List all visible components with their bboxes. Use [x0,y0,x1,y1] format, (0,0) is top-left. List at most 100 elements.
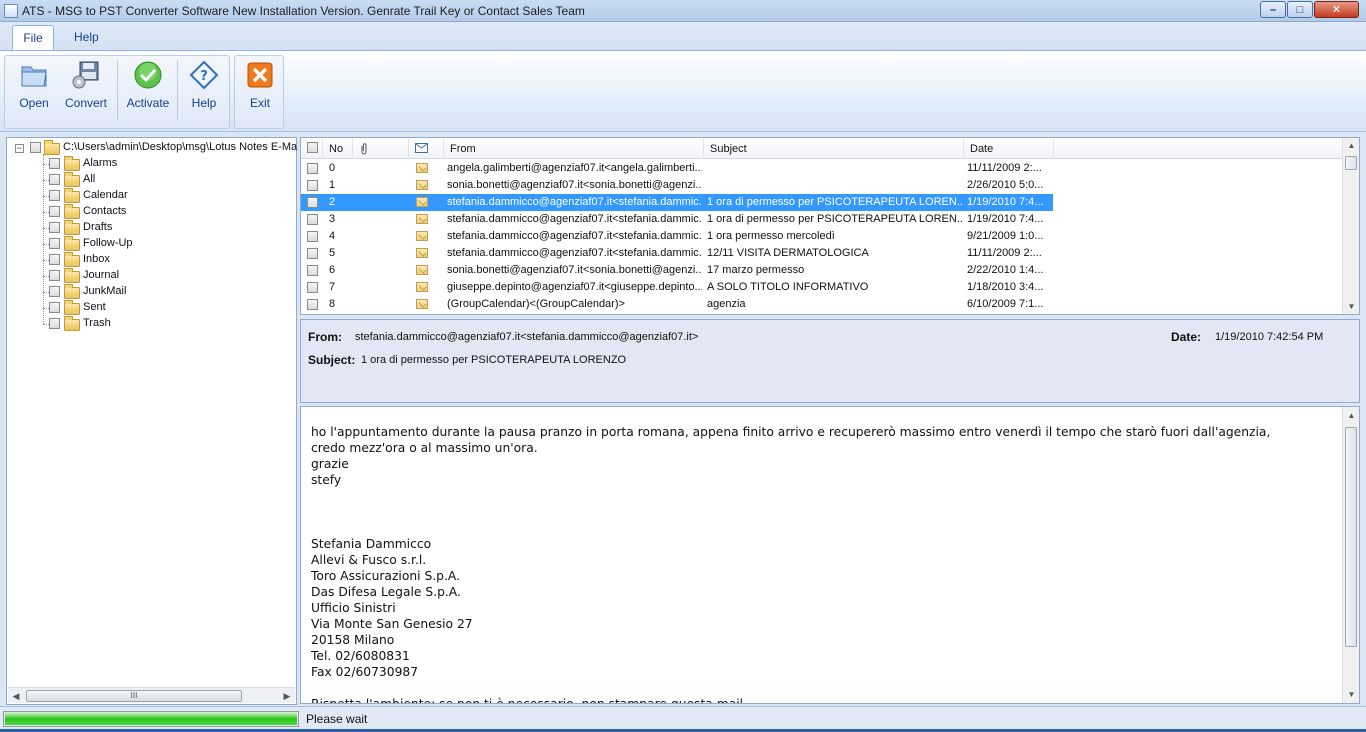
message-row[interactable]: 4 stefania.dammicco@agenziaf07.it<stefani… [301,228,1343,245]
scroll-thumb[interactable] [1345,156,1357,170]
folder-checkbox[interactable] [49,158,60,169]
column-date[interactable]: Date [964,138,1054,159]
tree-folder-item[interactable]: Sent [7,300,296,316]
subject-label: Subject: [308,353,356,367]
tree-folder-item[interactable]: Calendar [7,188,296,204]
row-checkbox[interactable] [307,231,318,242]
open-label: Open [19,96,49,110]
folder-checkbox[interactable] [49,174,60,185]
select-all-column[interactable] [301,138,323,159]
envelope-icon [416,180,428,190]
convert-label: Convert [64,96,108,110]
scroll-up-icon[interactable]: ▲ [1343,141,1359,150]
tree-folder-item[interactable]: All [7,172,296,188]
open-button[interactable]: Open [5,58,63,114]
tree-folder-item[interactable]: Trash [7,316,296,332]
close-button[interactable]: ✕ [1314,1,1359,18]
column-attachment[interactable] [353,138,409,159]
column-from[interactable]: From [444,138,704,159]
scroll-thumb[interactable]: III [26,690,242,702]
body-line: grazie [311,457,349,471]
folder-checkbox[interactable] [49,238,60,249]
list-vertical-scrollbar[interactable]: ▲ ▼ [1342,138,1359,314]
tree-folder-item[interactable]: Follow-Up [7,236,296,252]
from-value: stefania.dammicco@agenziaf07.it<stefania… [355,331,699,343]
column-read-status[interactable] [409,138,444,159]
row-checkbox[interactable] [307,282,318,293]
body-line: Via Monte San Genesio 27 [311,617,473,631]
column-no[interactable]: No [323,138,353,159]
message-row[interactable]: 7 giuseppe.depinto@agenziaf07.it<giuseppe… [301,279,1343,296]
tab-file[interactable]: File [12,25,54,51]
folder-checkbox[interactable] [49,286,60,297]
row-checkbox[interactable] [307,180,318,191]
folder-checkbox[interactable] [49,270,60,281]
minimize-button[interactable]: – [1260,1,1286,18]
scroll-thumb[interactable] [1345,427,1357,647]
message-row[interactable]: 5 stefania.dammicco@agenziaf07.it<stefani… [301,245,1343,262]
folder-checkbox[interactable] [49,206,60,217]
tree-folder-item[interactable]: JunkMail [7,284,296,300]
root-checkbox[interactable] [30,142,41,153]
row-checkbox[interactable] [307,163,318,174]
tree-folder-label: Calendar [83,189,128,201]
body-vertical-scrollbar[interactable]: ▲ ▼ [1342,407,1359,703]
row-checkbox[interactable] [307,214,318,225]
row-number: 0 [329,162,336,174]
scroll-left-icon[interactable]: ◀ [8,688,24,704]
row-checkbox[interactable] [307,265,318,276]
date-label: Date: [1171,330,1202,344]
tree-folder-label: All [83,173,96,185]
scroll-down-icon[interactable]: ▼ [1343,302,1359,311]
exit-label: Exit [249,96,270,110]
folder-icon [64,172,80,187]
row-checkbox[interactable] [307,248,318,259]
collapse-icon[interactable]: − [15,144,24,153]
folder-icon [64,252,80,267]
folder-icon [64,188,80,203]
message-row[interactable]: 1 sonia.bonetti@agenziaf07.it<sonia.bonet… [301,177,1343,194]
row-subject: agenzia [707,298,746,310]
tree-folder-item[interactable]: Alarms [7,156,296,172]
tree-folder-item[interactable]: Drafts [7,220,296,236]
tree-horizontal-scrollbar[interactable]: ◀ III ▶ [8,687,295,703]
select-all-checkbox[interactable] [307,142,318,153]
scroll-down-icon[interactable]: ▼ [1343,690,1359,699]
exit-button[interactable]: Exit [231,58,289,114]
folder-checkbox[interactable] [49,254,60,265]
scroll-up-icon[interactable]: ▲ [1343,411,1359,420]
tree-folder-item[interactable]: Journal [7,268,296,284]
message-row[interactable]: 2 stefania.dammicco@agenziaf07.it<stefani… [301,194,1343,211]
body-line: stefy [311,473,342,487]
message-row[interactable]: 6 sonia.bonetti@agenziaf07.it<sonia.bonet… [301,262,1343,279]
row-checkbox[interactable] [307,299,318,310]
progress-fill [5,713,297,725]
help-button[interactable]: ? Help [175,58,233,114]
tree-root[interactable]: − C:\Users\admin\Desktop\msg\Lotus Notes… [7,140,297,156]
tree-folder-label: Sent [83,301,106,313]
message-header-pane: From: stefania.dammicco@agenziaf07.it<st… [300,319,1360,403]
tree-folder-item[interactable]: Contacts [7,204,296,220]
folder-icon [64,236,80,251]
help-label: Help [191,96,217,110]
row-checkbox[interactable] [307,197,318,208]
folder-tree: − C:\Users\admin\Desktop\msg\Lotus Notes… [6,137,297,705]
tab-help[interactable]: Help [62,25,111,51]
paperclip-icon [361,143,367,155]
column-subject[interactable]: Subject [704,138,964,159]
tree-folder-item[interactable]: Inbox [7,252,296,268]
convert-button[interactable]: Convert [57,58,115,114]
row-date: 2/22/2010 1:4... [967,264,1044,276]
folder-checkbox[interactable] [49,222,60,233]
message-row[interactable]: 0 angela.galimberti@agenziaf07.it<angela.… [301,160,1343,177]
message-row[interactable]: 8 (GroupCalendar)<(GroupCalendar)> agenzia… [301,296,1343,313]
scroll-right-icon[interactable]: ▶ [279,688,295,704]
folder-checkbox[interactable] [49,318,60,329]
maximize-button[interactable]: □ [1287,1,1313,18]
message-row[interactable]: 3 stefania.dammicco@agenziaf07.it<stefani… [301,211,1343,228]
folder-checkbox[interactable] [49,190,60,201]
activate-button[interactable]: Activate [119,58,177,114]
row-from: stefania.dammicco@agenziaf07.it<stefania… [447,247,702,259]
folder-checkbox[interactable] [49,302,60,313]
ribbon-tabs: File Help [0,22,1366,51]
